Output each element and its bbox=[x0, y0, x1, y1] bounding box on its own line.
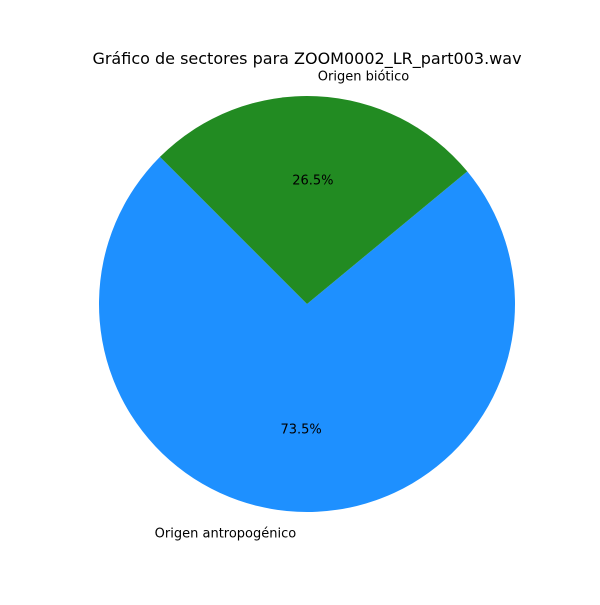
pie-chart: Gráfico de sectores para ZOOM0002_LR_par… bbox=[0, 0, 600, 600]
slice-percent-label-2: 26.5% bbox=[292, 173, 333, 188]
slice-category-label-1: Origen antropogénico bbox=[155, 527, 297, 542]
pie-chart-svg: Gráfico de sectores para ZOOM0002_LR_par… bbox=[92, 49, 521, 542]
chart-title: Gráfico de sectores para ZOOM0002_LR_par… bbox=[92, 49, 521, 69]
slice-percent-label-1: 73.5% bbox=[280, 423, 321, 438]
pie-slices bbox=[99, 95, 516, 512]
slice-category-label-2: Origen biótico bbox=[318, 69, 409, 84]
